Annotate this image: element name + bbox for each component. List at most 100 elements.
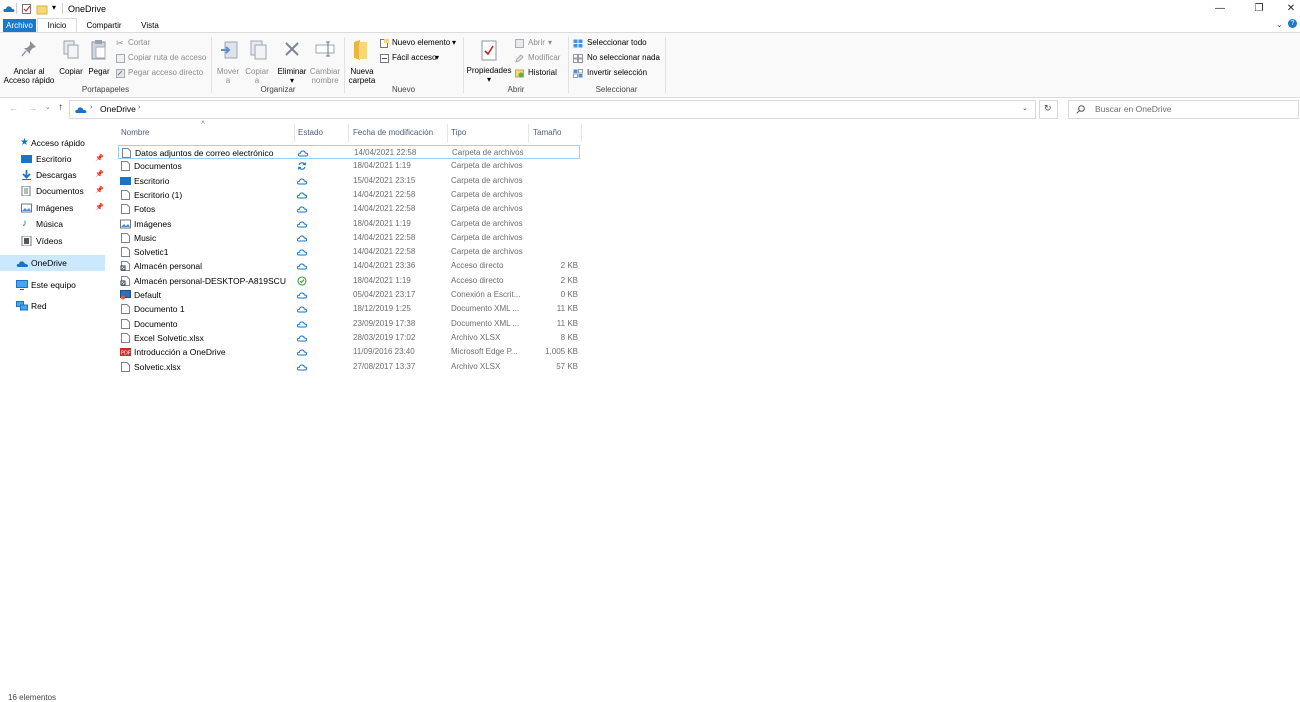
paste-shortcut-button[interactable]: Pegar acceso directo — [116, 68, 208, 79]
file-type: Archivo XLSX — [451, 361, 501, 371]
pin-icon[interactable]: 📌 — [95, 187, 104, 194]
sidebar-item-downloads[interactable]: Descargas 📌 — [0, 167, 105, 183]
column-header-type[interactable]: Tipo — [451, 128, 466, 137]
documents-icon — [21, 186, 31, 196]
invert-selection-button[interactable]: Invertir selección — [573, 68, 663, 79]
pictures-icon — [21, 203, 32, 213]
easy-access-button[interactable]: Fácil acceso ▾ — [380, 53, 460, 64]
tab-share[interactable]: Compartir — [80, 19, 128, 32]
table-row[interactable]: Datos adjuntos de correo electrónico 14/0… — [118, 145, 580, 159]
properties-quick-icon[interactable] — [21, 3, 33, 15]
address-bar[interactable]: › OneDrive › ⌄ — [69, 100, 1036, 119]
column-header-status[interactable]: Estado — [298, 128, 323, 137]
pin-quick-access-button[interactable]: Anclar al Acceso rápido — [2, 37, 56, 85]
sidebar-item-network[interactable]: Red — [0, 298, 105, 314]
file-modified: 18/04/2021 1:19 — [353, 218, 411, 228]
cut-button[interactable]: ✂ Cortar — [116, 38, 206, 49]
table-row[interactable]: Solvetic1 14/04/2021 22:58 Carpeta de arch… — [118, 245, 580, 259]
column-divider[interactable] — [348, 124, 349, 142]
rename-button[interactable]: Cambiar nombre — [310, 37, 340, 85]
column-header-size[interactable]: Tamaño — [533, 128, 561, 137]
column-header-name[interactable]: Nombre — [121, 128, 149, 137]
pin-icon[interactable]: 📌 — [95, 204, 104, 211]
copy-path-button[interactable]: Copiar ruta de acceso — [116, 53, 208, 64]
sidebar-item-videos[interactable]: Vídeos — [0, 233, 105, 249]
sidebar-item-onedrive[interactable]: OneDrive — [0, 255, 105, 271]
new-folder-button[interactable]: Nueva carpeta — [347, 37, 377, 85]
cloud-status-icon — [296, 247, 308, 257]
move-to-button[interactable]: Mover a — [215, 37, 241, 85]
copy-button[interactable]: Copiar — [58, 37, 84, 83]
close-button[interactable]: ✕ — [1275, 0, 1300, 18]
table-row[interactable]: Excel Solvetic.xlsx 28/03/2019 17:02 Archi… — [118, 331, 580, 345]
breadcrumb-onedrive[interactable]: OneDrive — [100, 104, 136, 114]
table-row[interactable]: Imágenes 18/04/2021 1:19 Carpeta de archiv… — [118, 217, 580, 231]
tab-home[interactable]: Inicio — [37, 18, 77, 33]
table-row[interactable]: Almacén personal 14/04/2021 23:36 Acceso d… — [118, 259, 580, 273]
new-item-button[interactable]: Nuevo elemento ▾ — [380, 38, 460, 49]
file-modified: 15/04/2021 23:15 — [353, 175, 416, 185]
edit-button[interactable]: Modificar — [515, 53, 565, 64]
file-type: Carpeta de archivos — [451, 204, 523, 214]
help-icon[interactable]: ? — [1288, 19, 1297, 28]
paste-label: Pegar — [88, 67, 110, 76]
new-folder-quick-icon[interactable] — [36, 3, 48, 15]
select-all-button[interactable]: Seleccionar todo — [573, 38, 663, 49]
collapse-ribbon-icon[interactable]: ⌄ — [1276, 20, 1283, 29]
pin-icon[interactable]: 📌 — [95, 171, 104, 178]
quick-access-dropdown-icon[interactable]: ▾ — [52, 3, 56, 12]
table-row[interactable]: Default 05/04/2021 23:17 Conexión a Escrit… — [118, 288, 580, 302]
file-modified: 18/12/2019 1:25 — [353, 304, 411, 314]
table-row[interactable]: Documento 23/09/2019 17:38 Documento XML .… — [118, 317, 580, 331]
table-row[interactable]: PDF Introducción a OneDrive 11/09/2016 23:… — [118, 345, 580, 359]
column-divider[interactable] — [528, 124, 529, 142]
table-row[interactable]: Almacén personal-DESKTOP-A819SCU 18/04/20… — [118, 274, 580, 288]
properties-button[interactable]: Propiedades ▾ — [466, 37, 512, 84]
open-button[interactable]: Abrir ▾ — [515, 38, 565, 49]
sidebar-item-documents[interactable]: Documentos 📌 — [0, 183, 105, 199]
recent-locations-dropdown[interactable]: ⌄ — [45, 103, 51, 111]
forward-button[interactable]: → — [28, 103, 37, 113]
table-row[interactable]: Documento 1 18/12/2019 1:25 Documento XML … — [118, 302, 580, 316]
up-button[interactable]: ↑ — [58, 102, 63, 113]
sidebar-item-pictures[interactable]: Imágenes 📌 — [0, 200, 105, 216]
table-row[interactable]: Fotos 14/04/2021 22:58 Carpeta de archivos — [118, 202, 580, 216]
maximize-button[interactable]: ❐ — [1243, 0, 1275, 18]
select-none-button[interactable]: No seleccionar nada — [573, 53, 663, 64]
delete-button[interactable]: Eliminar ▾ — [276, 37, 308, 85]
copy-to-button[interactable]: Copiar a — [244, 37, 270, 85]
sidebar-item-desktop[interactable]: Escritorio 📌 — [0, 151, 105, 167]
tab-file[interactable]: Archivo — [3, 19, 36, 32]
file-modified: 14/04/2021 23:36 — [353, 261, 416, 271]
column-divider[interactable] — [294, 124, 295, 142]
address-history-dropdown-icon[interactable]: ⌄ — [1022, 104, 1028, 112]
paste-button[interactable]: Pegar — [86, 37, 112, 83]
pin-icon[interactable]: 📌 — [95, 155, 104, 162]
sidebar-item-quick-access[interactable]: ★ Acceso rápido — [0, 135, 105, 151]
sidebar-item-label: Este equipo — [31, 280, 76, 290]
file-modified: 14/04/2021 22:58 — [354, 148, 417, 157]
breadcrumb-separator-icon[interactable]: › — [138, 104, 140, 111]
table-row[interactable]: Music 14/04/2021 22:58 Carpeta de archivos — [118, 231, 580, 245]
history-button[interactable]: Historial — [515, 68, 565, 79]
table-row[interactable]: Solvetic.xlsx 27/08/2017 13:37 Archivo XLS… — [118, 360, 580, 374]
table-row[interactable]: Documentos 18/04/2021 1:19 Carpeta de arch… — [118, 159, 580, 173]
sidebar-item-this-pc[interactable]: Este equipo — [0, 277, 105, 293]
refresh-button[interactable]: ↻ — [1039, 100, 1058, 119]
file-modified: 23/09/2019 17:38 — [353, 318, 416, 328]
column-header-modified[interactable]: Fecha de modificación — [353, 128, 433, 137]
table-row[interactable]: Escritorio 15/04/2021 23:15 Carpeta de arc… — [118, 174, 580, 188]
search-icon — [1076, 105, 1085, 114]
copy-to-label-1: Copiar — [245, 67, 269, 76]
back-button[interactable]: ← — [9, 103, 18, 113]
column-divider[interactable] — [581, 124, 582, 142]
file-name: Almacén personal-DESKTOP-A819SCU — [134, 275, 286, 286]
minimize-button[interactable]: — — [1204, 0, 1236, 18]
table-row[interactable]: Escritorio (1) 14/04/2021 22:58 Carpeta de… — [118, 188, 580, 202]
properties-icon — [481, 40, 497, 61]
sidebar-item-music[interactable]: ♪ Música — [0, 216, 105, 232]
search-placeholder: Buscar en OneDrive — [1095, 104, 1172, 114]
file-name: Solvetic1 — [134, 247, 169, 258]
tab-view[interactable]: Vista — [132, 19, 168, 32]
column-divider[interactable] — [447, 124, 448, 142]
